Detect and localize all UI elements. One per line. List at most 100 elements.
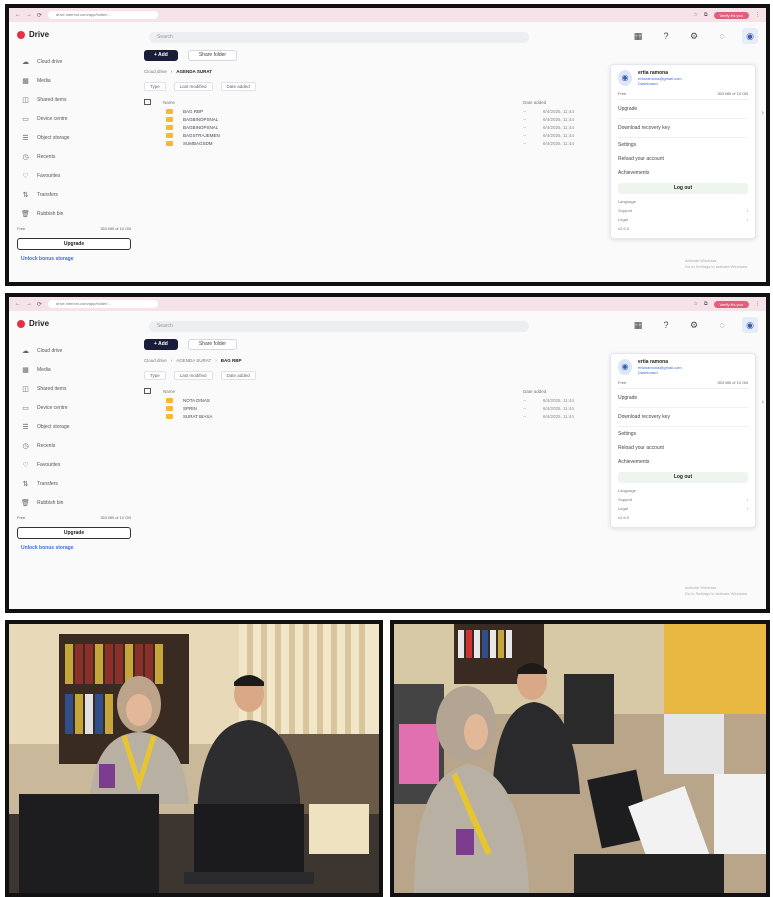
support-menu[interactable]: Support › bbox=[618, 495, 748, 504]
table-row[interactable]: SUMBAGSDM -- 8/4/2025, 11:44 bbox=[144, 139, 599, 147]
profile-button[interactable]: Verify it's you bbox=[713, 11, 749, 19]
table-row[interactable]: SPRIN -- 8/4/2025, 11:44 bbox=[144, 404, 599, 412]
add-button[interactable]: + Add bbox=[144, 339, 178, 350]
unlock-bonus-storage-link[interactable]: Unlock bonus storage bbox=[15, 545, 133, 551]
sidebar-item-cloud-drive[interactable]: ☁ Cloud drive bbox=[15, 52, 133, 71]
settings-icon[interactable]: ⚙ bbox=[686, 317, 702, 333]
table-row[interactable]: SURAT BIASA -- 8/4/2025, 11:44 bbox=[144, 412, 599, 420]
notification-icon[interactable]: ◌ bbox=[714, 317, 730, 333]
file-name[interactable]: SUMBAGSDM bbox=[183, 141, 523, 146]
upgrade-button[interactable]: Upgrade bbox=[17, 527, 131, 539]
breadcrumb-item[interactable]: BAG RBP bbox=[221, 358, 242, 363]
column-name[interactable]: Name bbox=[163, 389, 523, 394]
sidebar-item-favourites[interactable]: ♡ Favourites bbox=[15, 455, 133, 474]
sidebar-item-shared-items[interactable]: ◫ Shared items bbox=[15, 379, 133, 398]
sidebar-item-media[interactable]: ▦ Media bbox=[15, 360, 133, 379]
browser-menu-icon[interactable]: ⋮ bbox=[755, 12, 760, 18]
menu-item-download-recovery-key[interactable]: Download recovery key bbox=[618, 119, 748, 138]
menu-item-settings[interactable]: Settings bbox=[618, 138, 748, 152]
table-row[interactable]: BAG RBP -- 8/4/2025, 11:44 bbox=[144, 107, 599, 115]
sidebar-item-recents[interactable]: ◷ Recents bbox=[15, 436, 133, 455]
sidebar-item-media[interactable]: ▦ Media bbox=[15, 71, 133, 90]
avatar-button[interactable]: ◉ bbox=[742, 317, 758, 333]
sidebar-item-device-centre[interactable]: ▭ Device centre bbox=[15, 398, 133, 417]
menu-item-upgrade[interactable]: Upgrade bbox=[618, 100, 748, 119]
column-date-added[interactable]: Date added bbox=[523, 100, 546, 105]
language-selector[interactable]: Language bbox=[618, 486, 748, 495]
select-all-checkbox[interactable] bbox=[144, 388, 151, 394]
breadcrumb-item[interactable]: Cloud drive bbox=[144, 69, 167, 74]
filter-date-added[interactable]: Date added bbox=[220, 371, 256, 380]
menu-item-download-recovery-key[interactable]: Download recovery key bbox=[618, 408, 748, 427]
address-bar[interactable]: drive.internxt.com/app/folder/... bbox=[48, 300, 159, 308]
filter-type[interactable]: Type bbox=[144, 82, 166, 91]
drive-logo[interactable]: Drive bbox=[17, 30, 49, 39]
search-input[interactable]: Search bbox=[149, 32, 529, 43]
file-name[interactable]: BAG RBP bbox=[183, 109, 523, 114]
filter-type[interactable]: Type bbox=[144, 371, 166, 380]
back-icon[interactable]: ← bbox=[15, 301, 21, 308]
settings-icon[interactable]: ⚙ bbox=[686, 28, 702, 44]
upgrade-button[interactable]: Upgrade bbox=[17, 238, 131, 250]
legal-menu[interactable]: Legal › bbox=[618, 215, 748, 224]
forward-icon[interactable]: → bbox=[26, 301, 32, 308]
back-icon[interactable]: ← bbox=[15, 12, 21, 19]
breadcrumb-item[interactable]: Cloud drive bbox=[144, 358, 167, 363]
file-name[interactable]: BAGSTRAJEMEN bbox=[183, 133, 523, 138]
avatar-button[interactable]: ◉ bbox=[742, 28, 758, 44]
menu-item-reload-your-account[interactable]: Reload your account bbox=[618, 152, 748, 166]
filter-date-added[interactable]: Date added bbox=[220, 82, 256, 91]
sidebar-item-shared-items[interactable]: ◫ Shared items bbox=[15, 90, 133, 109]
bookmark-icon[interactable]: ☆ bbox=[693, 301, 697, 307]
help-icon[interactable]: ? bbox=[658, 28, 674, 44]
menu-item-upgrade[interactable]: Upgrade bbox=[618, 389, 748, 408]
breadcrumb-item[interactable]: AGENDA SURAT bbox=[176, 358, 211, 363]
breadcrumb-item[interactable]: AGENDA SURAT bbox=[176, 69, 212, 74]
file-name[interactable]: NOTA DINAS bbox=[183, 398, 523, 403]
grid-icon[interactable]: ▦ bbox=[630, 317, 646, 333]
sidebar-item-recents[interactable]: ◷ Recents bbox=[15, 147, 133, 166]
menu-item-achievements[interactable]: Achievements bbox=[618, 455, 748, 469]
share-folder-button[interactable]: Share folder bbox=[187, 339, 238, 350]
help-icon[interactable]: ? bbox=[658, 317, 674, 333]
bookmark-icon[interactable]: ☆ bbox=[693, 12, 697, 18]
profile-button[interactable]: Verify it's you bbox=[713, 300, 749, 308]
sidebar-item-transfers[interactable]: ⇅ Transfers bbox=[15, 185, 133, 204]
filter-last-modified[interactable]: Last modified bbox=[173, 371, 213, 380]
file-name[interactable]: BAGBINOPSNAL bbox=[183, 125, 523, 130]
collapse-chevron-icon[interactable]: › bbox=[762, 110, 764, 117]
sidebar-item-device-centre[interactable]: ▭ Device centre bbox=[15, 109, 133, 128]
logout-button[interactable]: Log out bbox=[618, 183, 748, 194]
select-all-checkbox[interactable] bbox=[144, 99, 151, 105]
file-name[interactable]: SURAT BIASA bbox=[183, 414, 523, 419]
menu-item-settings[interactable]: Settings bbox=[618, 427, 748, 441]
file-name[interactable]: SPRIN bbox=[183, 406, 523, 411]
menu-item-achievements[interactable]: Achievements bbox=[618, 166, 748, 180]
unlock-bonus-storage-link[interactable]: Unlock bonus storage bbox=[15, 256, 133, 262]
sidebar-item-transfers[interactable]: ⇅ Transfers bbox=[15, 474, 133, 493]
table-row[interactable]: BAGBINOPSNAL -- 8/4/2025, 11:44 bbox=[144, 115, 599, 123]
logout-button[interactable]: Log out bbox=[618, 472, 748, 483]
table-row[interactable]: NOTA DINAS -- 8/4/2025, 11:44 bbox=[144, 396, 599, 404]
column-date-added[interactable]: Date added bbox=[523, 389, 546, 394]
table-row[interactable]: BAGBINOPSNAL -- 8/4/2025, 11:44 bbox=[144, 123, 599, 131]
dashboard-link[interactable]: Dashboard bbox=[638, 81, 748, 86]
legal-menu[interactable]: Legal › bbox=[618, 504, 748, 513]
sidebar-item-object-storage[interactable]: ☰ Object storage bbox=[15, 128, 133, 147]
search-input[interactable]: Search bbox=[149, 321, 529, 332]
notification-icon[interactable]: ◌ bbox=[714, 28, 730, 44]
add-button[interactable]: + Add bbox=[144, 50, 178, 61]
file-name[interactable]: BAGBINOPSNAL bbox=[183, 117, 523, 122]
share-folder-button[interactable]: Share folder bbox=[187, 50, 238, 61]
sidebar-item-object-storage[interactable]: ☰ Object storage bbox=[15, 417, 133, 436]
sidebar-item-favourites[interactable]: ♡ Favourites bbox=[15, 166, 133, 185]
menu-item-reload-your-account[interactable]: Reload your account bbox=[618, 441, 748, 455]
table-row[interactable]: BAGSTRAJEMEN -- 8/4/2025, 11:44 bbox=[144, 131, 599, 139]
dashboard-link[interactable]: Dashboard bbox=[638, 370, 748, 375]
sidebar-item-rubbish-bin[interactable]: 🗑 Rubbish bin bbox=[15, 204, 133, 223]
sidebar-item-rubbish-bin[interactable]: 🗑 Rubbish bin bbox=[15, 493, 133, 512]
support-menu[interactable]: Support › bbox=[618, 206, 748, 215]
grid-icon[interactable]: ▦ bbox=[630, 28, 646, 44]
language-selector[interactable]: Language bbox=[618, 197, 748, 206]
extensions-icon[interactable]: ⧉ bbox=[704, 301, 708, 307]
